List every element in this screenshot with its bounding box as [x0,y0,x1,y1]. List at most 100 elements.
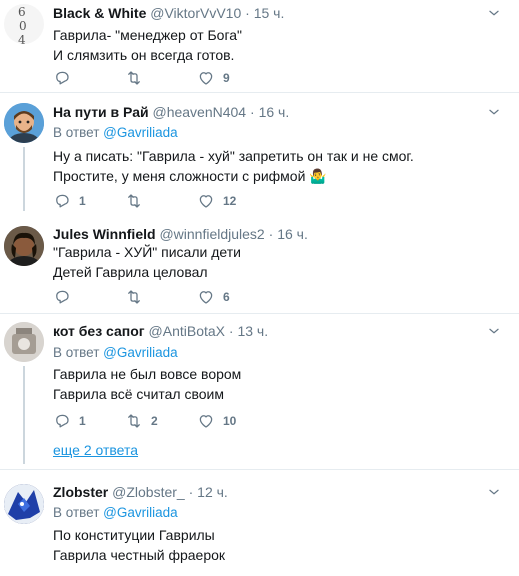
timestamp[interactable]: 12 ч. [197,484,228,500]
author-handle[interactable]: @AntiBotaX [149,323,225,339]
timestamp[interactable]: 15 ч. [254,5,285,21]
tweet-text-line: Ну а писать: "Гаврила - хуй" запретить о… [53,148,414,164]
reply-to-link[interactable]: @Gavriliada [103,505,177,520]
tweet-header: На пути в Рай @heavenN404 · 16 ч. [53,103,289,121]
retweet-button[interactable]: 2 [125,411,158,431]
author-name[interactable]: Jules Winnfield [53,226,156,242]
like-button[interactable]: 6 [197,287,230,307]
author-handle[interactable]: @heavenN404 [152,104,246,120]
avatar-image: 6 0 4 [18,5,27,44]
reply-prefix: В ответ [53,505,104,520]
retweet-icon [125,288,143,306]
separator-dot: · [228,323,234,339]
tweet-text-line: Гаврила честный фраерок [53,547,226,563]
tweet-header: кот без сапог @AntiBotaX · 13 ч. [53,322,268,340]
reply-button[interactable] [53,287,79,307]
author-name[interactable]: кот без сапог [53,323,145,339]
like-icon [197,192,215,210]
reply-button[interactable]: 1 [53,411,86,431]
chevron-down-icon[interactable] [487,6,501,20]
reply-to-link[interactable]: @Gavriliada [103,125,177,140]
like-icon [197,288,215,306]
reply-count: 1 [79,194,86,208]
reply-icon [53,288,71,306]
author-name[interactable]: Zlobster [53,484,108,500]
tweet-header: Zlobster @Zlobster_ · 12 ч. [53,483,228,501]
retweet-count: 2 [151,414,158,428]
tweet-text-line: "Гаврила - ХУЙ" писали дети [53,244,241,260]
retweet-icon [125,412,143,430]
separator-dot: · [268,226,274,242]
chevron-down-icon[interactable] [487,105,501,119]
tweet-text-line: Простите, у меня сложности с рифмой 🤷‍♂️ [53,168,327,184]
tweet-text-line: Гаврила не был вовсе вором [53,366,242,382]
reply-context: В ответ @Gavriliada [53,344,178,362]
reply-icon [53,412,71,430]
tweet-text: "Гаврила - ХУЙ" писали дети Детей Гаврил… [53,242,241,282]
tweet-text: Ну а писать: "Гаврила - хуй" запретить о… [53,146,414,186]
thread-line [23,366,25,464]
author-handle[interactable]: @Zlobster_ [112,484,185,500]
timestamp[interactable]: 13 ч. [237,323,268,339]
thread-line [23,147,25,211]
tweet-text: Гаврила- "менеджер от Бога" И слямзить о… [53,25,242,65]
avatar[interactable]: 6 0 4 [4,4,44,44]
reply-button[interactable]: 1 [53,191,86,211]
retweet-button[interactable] [125,68,151,88]
tweet-4[interactable]: кот без сапог @AntiBotaX · 13 ч. В ответ… [0,314,519,464]
reply-icon [53,69,71,87]
svg-text:4: 4 [18,33,26,44]
author-handle[interactable]: @ViktorVvV10 [150,5,241,21]
like-icon [197,412,215,430]
chevron-down-icon[interactable] [487,324,501,338]
avatar[interactable] [4,484,44,524]
retweet-button[interactable] [125,191,151,211]
tweet-text-line: Детей Гаврила целовал [53,264,208,280]
retweet-icon [125,69,143,87]
retweet-icon [125,192,143,210]
tweet-5[interactable]: Zlobster @Zlobster_ · 12 ч. В ответ @Gav… [0,470,519,576]
separator-dot: · [188,484,194,500]
chevron-down-icon[interactable] [487,485,501,499]
svg-text:0: 0 [19,19,27,33]
reply-icon [53,192,71,210]
like-button[interactable]: 10 [197,411,236,431]
tweet-text-line: Гаврила всё считал своим [53,386,224,402]
like-icon [197,69,215,87]
avatar-image [4,226,44,266]
tweet-header: Jules Winnfield @winnfieldjules2 · 16 ч. [53,225,308,243]
tweet-text: Гаврила не был вовсе вором Гаврила всё с… [53,364,241,404]
avatar[interactable] [4,226,44,266]
separator-dot: · [250,104,255,120]
reply-to-link[interactable]: @Gavriliada [103,345,177,360]
tweet-text-line: И слямзить он всегда готов. [53,47,235,63]
tweet-text-line: Гаврила- "менеджер от Бога" [53,27,243,43]
tweet-3[interactable]: Jules Winnfield @winnfieldjules2 · 16 ч.… [0,214,519,310]
avatar[interactable] [4,322,44,362]
reply-prefix: В ответ [53,125,104,140]
avatar-image [4,484,44,524]
like-button[interactable]: 12 [197,191,236,211]
retweet-button[interactable] [125,287,151,307]
tweet-text: По конституции Гаврилы Гаврила честный ф… [53,525,225,565]
author-name[interactable]: На пути в Рай [53,104,149,120]
separator-dot: · [245,5,250,21]
reply-prefix: В ответ [53,345,104,360]
timestamp[interactable]: 16 ч. [277,226,308,242]
svg-text:6: 6 [18,5,26,19]
author-name[interactable]: Black & White [53,5,146,21]
author-handle[interactable]: @winnfieldjules2 [159,226,264,242]
tweet-header: Black & White @ViktorVvV10 · 15 ч. [53,4,284,22]
reply-button[interactable] [53,68,79,88]
timestamp[interactable]: 16 ч. [259,104,290,120]
reply-context: В ответ @Gavriliada [53,504,178,522]
tweet-text-line: По конституции Гаврилы [53,527,215,543]
reply-count: 1 [79,414,86,428]
avatar-image [4,103,44,143]
like-button[interactable]: 9 [197,68,230,88]
tweet-1[interactable]: 6 0 4 Black & White @ViktorVvV10 · 15 ч.… [0,0,519,95]
reply-context: В ответ @Gavriliada [53,124,178,142]
avatar[interactable] [4,103,44,143]
show-more-replies-link[interactable]: еще 2 ответа [53,442,138,458]
tweet-2[interactable]: На пути в Рай @heavenN404 · 16 ч. В отве… [0,93,519,211]
